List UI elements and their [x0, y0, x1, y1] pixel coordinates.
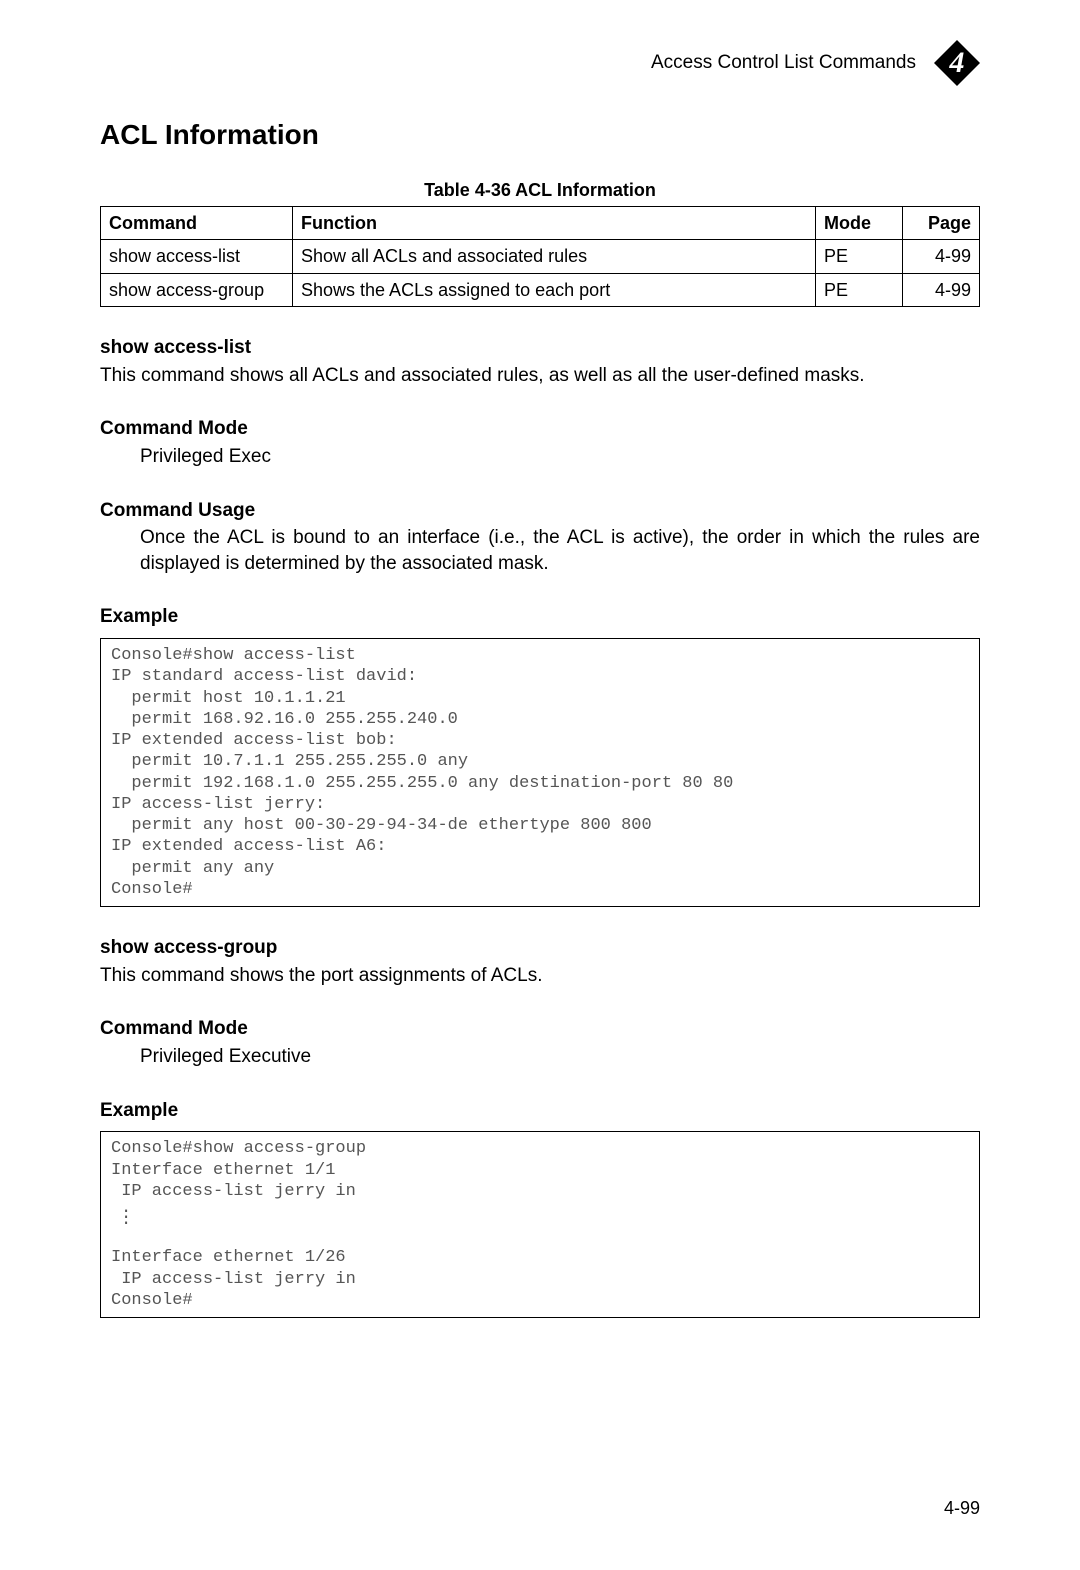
table-caption: Table 4-36 ACL Information	[100, 178, 980, 202]
cmd-desc: This command shows all ACLs and associat…	[100, 363, 980, 389]
page: Access Control List Commands 4 ACL Infor…	[0, 0, 1080, 1570]
th-page: Page	[903, 207, 980, 240]
acl-info-table: Command Function Mode Page show access-l…	[100, 206, 980, 307]
label-example: Example	[100, 1098, 980, 1124]
chapter-number: 4	[934, 40, 980, 86]
section-title: ACL Information	[100, 116, 980, 154]
example-code-block: Console#show access-list IP standard acc…	[100, 638, 980, 907]
label-command-usage: Command Usage	[100, 498, 980, 524]
label-command-mode: Command Mode	[100, 1016, 980, 1042]
command-mode-value: Privileged Executive	[140, 1044, 980, 1070]
cell-page: 4-99	[903, 273, 980, 306]
cell-function: Show all ACLs and associated rules	[293, 240, 816, 273]
th-function: Function	[293, 207, 816, 240]
table-row: show access-list Show all ACLs and assoc…	[101, 240, 980, 273]
table-header-row: Command Function Mode Page	[101, 207, 980, 240]
vertical-ellipsis-icon: ...	[111, 1205, 969, 1223]
chapter-badge: 4	[934, 40, 980, 86]
cmd-heading-show-access-group: show access-group	[100, 935, 980, 961]
label-command-mode: Command Mode	[100, 416, 980, 442]
cmd-heading-show-access-list: show access-list	[100, 335, 980, 361]
cmd-desc: This command shows the port assignments …	[100, 963, 980, 989]
cell-mode: PE	[816, 273, 903, 306]
cell-command: show access-group	[101, 273, 293, 306]
page-number: 4-99	[944, 1496, 980, 1520]
table-row: show access-group Shows the ACLs assigne…	[101, 273, 980, 306]
code-top: Console#show access-group Interface ethe…	[111, 1139, 366, 1201]
th-command: Command	[101, 207, 293, 240]
cell-function: Shows the ACLs assigned to each port	[293, 273, 816, 306]
label-example: Example	[100, 604, 980, 630]
cell-command: show access-list	[101, 240, 293, 273]
th-mode: Mode	[816, 207, 903, 240]
cell-page: 4-99	[903, 240, 980, 273]
command-usage-text: Once the ACL is bound to an interface (i…	[140, 525, 980, 576]
header-title: Access Control List Commands	[651, 50, 916, 76]
cell-mode: PE	[816, 240, 903, 273]
command-mode-value: Privileged Exec	[140, 444, 980, 470]
example-code-block: Console#show access-group Interface ethe…	[100, 1131, 980, 1318]
page-header: Access Control List Commands 4	[100, 40, 980, 86]
code-bottom: Interface ethernet 1/26 IP access-list j…	[111, 1248, 356, 1310]
